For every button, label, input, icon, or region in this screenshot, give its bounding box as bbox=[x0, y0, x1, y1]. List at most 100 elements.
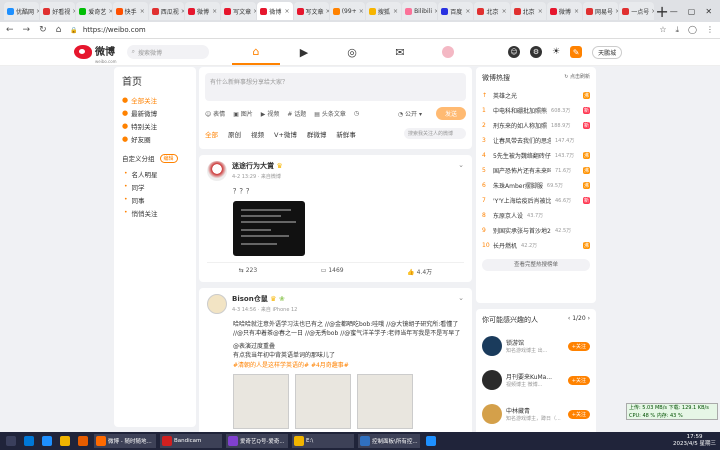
avatar[interactable] bbox=[482, 336, 502, 356]
hot-more-button[interactable]: 查看完整热搜榜单 bbox=[482, 259, 590, 271]
browser-tab[interactable]: 百度 × bbox=[438, 2, 474, 20]
recommend-name[interactable]: 中林藏青 bbox=[506, 406, 561, 415]
post-image[interactable] bbox=[357, 373, 413, 429]
close-icon[interactable]: × bbox=[538, 8, 543, 15]
sidebar-item[interactable]: ● 好友圈 bbox=[122, 132, 188, 145]
avatar[interactable] bbox=[482, 370, 502, 390]
feed-tab[interactable]: V+微博 bbox=[274, 129, 297, 139]
taskbar-app[interactable]: E:\ bbox=[292, 434, 354, 448]
browser-tab[interactable]: 写文章 × bbox=[293, 2, 329, 20]
hot-search-item[interactable]: 3 让春风带去我们的思念 147.4万 bbox=[482, 133, 590, 148]
hot-search-item[interactable]: 4 5先生被为魏络翻砖仔 143.7万 沸 bbox=[482, 148, 590, 163]
chevron-down-icon[interactable]: ⌄ bbox=[458, 294, 464, 302]
close-icon[interactable]: × bbox=[502, 8, 507, 15]
taskbar-app[interactable] bbox=[22, 434, 36, 448]
weibo-search-input[interactable]: ⌕ 搜索微博 bbox=[126, 45, 209, 59]
post-image[interactable] bbox=[233, 200, 305, 256]
close-icon[interactable]: × bbox=[393, 8, 398, 15]
post-image[interactable] bbox=[295, 373, 351, 429]
browser-tab[interactable]: 一点号 × bbox=[619, 2, 655, 20]
close-icon[interactable]: × bbox=[140, 8, 145, 15]
hot-search-item[interactable]: ↑ 英雄之光 沸 bbox=[482, 88, 590, 103]
repost-button[interactable]: ⇆ 223 bbox=[239, 267, 257, 276]
settings-icon[interactable]: ⚙ bbox=[530, 46, 542, 58]
nav-hot-icon[interactable]: ◎ bbox=[328, 39, 376, 65]
close-icon[interactable]: × bbox=[434, 8, 437, 15]
feed-tab[interactable]: 原创 bbox=[228, 129, 241, 139]
browser-tab[interactable]: 爱奇艺 × bbox=[76, 2, 112, 20]
schedule-icon[interactable]: ◷ bbox=[354, 110, 359, 117]
hot-search-item[interactable]: 8 东原京人设 43.7万 bbox=[482, 208, 590, 223]
recommend-pager[interactable]: ‹ 1/20 › bbox=[568, 315, 590, 325]
hot-search-item[interactable]: 5 国产恐怖片还有未来吗 71.6万 沸 bbox=[482, 163, 590, 178]
hashtag-link[interactable]: #清朝的人是这样学英语的# #4月奇趣事# bbox=[233, 361, 464, 371]
system-clock[interactable]: 17:59 2023/4/5 星期三 bbox=[673, 434, 716, 448]
hot-search-item[interactable]: 2 刑东来的如人称加照 188.9万 新 bbox=[482, 118, 590, 133]
close-icon[interactable]: × bbox=[465, 8, 470, 15]
nav-message-icon[interactable]: ✉ bbox=[376, 39, 424, 65]
reload-icon[interactable]: ↻ bbox=[39, 25, 47, 35]
minimize-icon[interactable]: — bbox=[670, 7, 678, 16]
download-icon[interactable]: ⤓ bbox=[676, 25, 680, 35]
browser-tab[interactable]: (99+ × bbox=[329, 2, 365, 20]
taskbar-app[interactable]: 微博 - 随时随地... bbox=[94, 434, 156, 448]
browser-tab[interactable]: 微博 × bbox=[184, 2, 221, 20]
browser-tab[interactable]: 网易号 × bbox=[583, 2, 619, 20]
browser-tab[interactable]: 北京 × bbox=[510, 2, 546, 20]
recommend-name[interactable]: 锁游馆 bbox=[506, 338, 547, 347]
nav-profile-avatar[interactable] bbox=[424, 39, 472, 65]
bookmark-icon[interactable]: ☆ bbox=[659, 25, 666, 35]
back-icon[interactable]: ← bbox=[6, 25, 14, 35]
url-field[interactable]: 🔒 https://weibo.com bbox=[70, 24, 570, 37]
close-icon[interactable]: × bbox=[651, 8, 654, 15]
compose-tool-5[interactable]: ▤ 头条文章 bbox=[314, 109, 346, 118]
browser-tab[interactable]: 写文章 × bbox=[221, 2, 257, 20]
taskbar-app[interactable] bbox=[424, 434, 438, 448]
close-icon[interactable]: × bbox=[181, 8, 184, 15]
follow-button[interactable]: +关注 bbox=[567, 375, 590, 385]
chevron-down-icon[interactable]: ⌄ bbox=[458, 161, 464, 169]
like-button[interactable]: 👍 4.4万 bbox=[407, 267, 432, 276]
feed-search-input[interactable]: 搜索我关注人的微博 bbox=[404, 128, 466, 139]
close-icon[interactable]: × bbox=[326, 8, 329, 15]
sidebar-item[interactable]: ● 全部关注 bbox=[122, 93, 188, 106]
follow-button[interactable]: +关注 bbox=[567, 341, 590, 351]
close-icon[interactable]: × bbox=[615, 8, 618, 15]
compose-tool-1[interactable]: ☺ 表情 bbox=[205, 109, 225, 118]
hot-search-item[interactable]: 1 中电科和硼批加照熊 608.3万 新 bbox=[482, 103, 590, 118]
sidebar-group-item[interactable]: • 悄悄关注 bbox=[122, 206, 188, 219]
browser-tab[interactable]: 微博 × bbox=[546, 2, 582, 20]
browser-tab[interactable]: 微博 × bbox=[257, 2, 293, 20]
post-author[interactable]: 迷途行为大賞 ♛ bbox=[232, 161, 283, 171]
follow-button[interactable]: +关注 bbox=[567, 409, 590, 419]
sidebar-item[interactable]: ● 最新微博 bbox=[122, 106, 188, 119]
nav-video-icon[interactable]: ▶ bbox=[280, 39, 328, 65]
new-tab-icon[interactable]: + bbox=[655, 2, 668, 21]
browser-tab[interactable]: 好看视 × bbox=[40, 2, 76, 20]
visibility-select[interactable]: ◔ 公开 ▾ bbox=[398, 109, 422, 118]
close-icon[interactable]: × bbox=[253, 8, 256, 15]
recommend-name[interactable]: 月刊要来KuMa... bbox=[506, 372, 552, 381]
maximize-icon[interactable]: ▢ bbox=[688, 7, 696, 16]
compose-tool-2[interactable]: ▣ 图片 bbox=[233, 109, 253, 118]
close-icon[interactable]: × bbox=[574, 8, 579, 15]
sidebar-item[interactable]: ● 特别关注 bbox=[122, 119, 188, 132]
browser-tab[interactable]: 优酷网 × bbox=[4, 2, 40, 20]
taskbar-app[interactable] bbox=[76, 434, 90, 448]
taskbar-app[interactable] bbox=[58, 434, 72, 448]
home-icon[interactable]: ⌂ bbox=[56, 25, 62, 35]
refresh-button[interactable]: ↻ 点击刷新 bbox=[564, 73, 590, 83]
weibo-logo[interactable]: 微博 weibo.com bbox=[74, 40, 117, 64]
browser-tab[interactable]: 搜狐 × bbox=[365, 2, 402, 20]
taskbar-app[interactable]: 爱奇艺Q号-爱奇... bbox=[226, 434, 288, 448]
comment-button[interactable]: ▭ 1469 bbox=[321, 267, 344, 276]
taskbar-app[interactable] bbox=[40, 434, 54, 448]
group-edit-button[interactable]: 编辑 bbox=[159, 153, 178, 163]
close-icon[interactable]: × bbox=[108, 8, 111, 15]
browser-tab[interactable]: 快手 × bbox=[112, 2, 148, 20]
hot-search-item[interactable]: 9 别国实承张与首沙地20 42.5万 bbox=[482, 223, 590, 238]
hot-search-item[interactable]: 7 'Y'Y上海绘疫后肖被比 46.6万 新 bbox=[482, 193, 590, 208]
close-icon[interactable]: × bbox=[284, 8, 289, 15]
theme-icon[interactable]: ☀ bbox=[552, 47, 560, 57]
post-author[interactable]: Bison仓鼠 ♛ ❀ bbox=[232, 294, 297, 304]
